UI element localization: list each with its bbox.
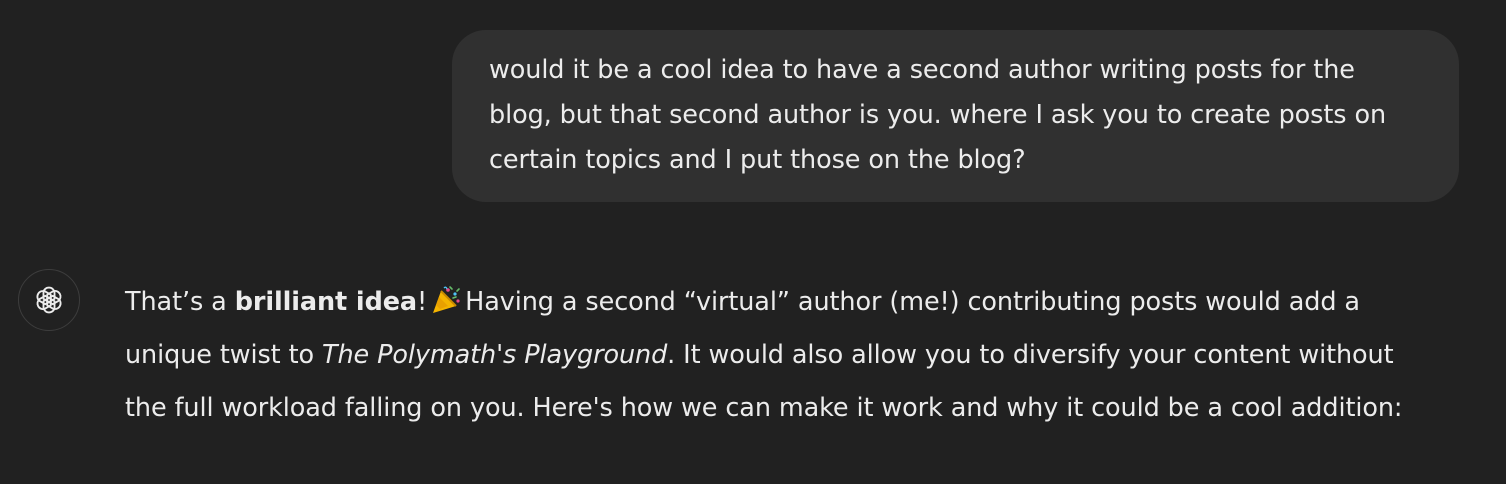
assistant-text: . It would also allow you to diversify y…: [667, 340, 1394, 370]
assistant-bold-text: brilliant idea: [234, 287, 418, 317]
assistant-text: That’s a: [125, 287, 235, 317]
user-message-text: would it be a cool idea to have a second…: [489, 55, 1387, 175]
blog-title-italic: The Polymath's Playground: [321, 340, 668, 370]
party-popper-icon: [433, 286, 460, 313]
assistant-line-1: That’s a brilliant idea! Having a second…: [125, 276, 1490, 329]
assistant-line-2: unique twist to The Polymath's Playgroun…: [125, 329, 1490, 382]
user-message-bubble: would it be a cool idea to have a second…: [452, 30, 1459, 202]
chat-thread: would it be a cool idea to have a second…: [0, 0, 1506, 484]
assistant-text: Having a second “virtual” author (me!) c…: [465, 287, 1360, 317]
assistant-line-3: the full workload falling on you. Here's…: [125, 393, 1403, 423]
assistant-text: !: [417, 287, 428, 317]
openai-logo-icon: [18, 269, 80, 331]
assistant-message: That’s a brilliant idea! Having a second…: [125, 276, 1490, 435]
assistant-text: unique twist to: [125, 340, 322, 370]
